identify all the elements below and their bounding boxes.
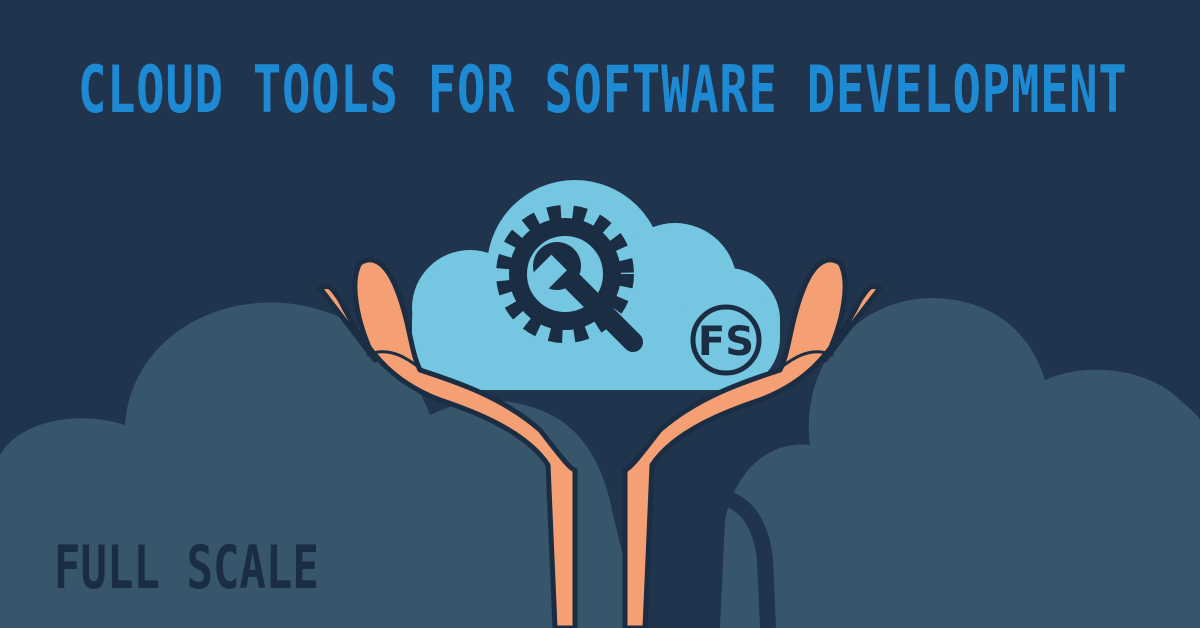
brand-wordmark: FULL SCALE <box>54 534 319 603</box>
banner: FS CLOUD TOOLS FOR SOFTWARE DEVELOPMENT … <box>0 0 1200 628</box>
fs-badge-text: FS <box>698 319 754 365</box>
fs-badge: FS <box>688 302 764 378</box>
page-title: CLOUD TOOLS FOR SOFTWARE DEVELOPMENT <box>78 52 1128 128</box>
